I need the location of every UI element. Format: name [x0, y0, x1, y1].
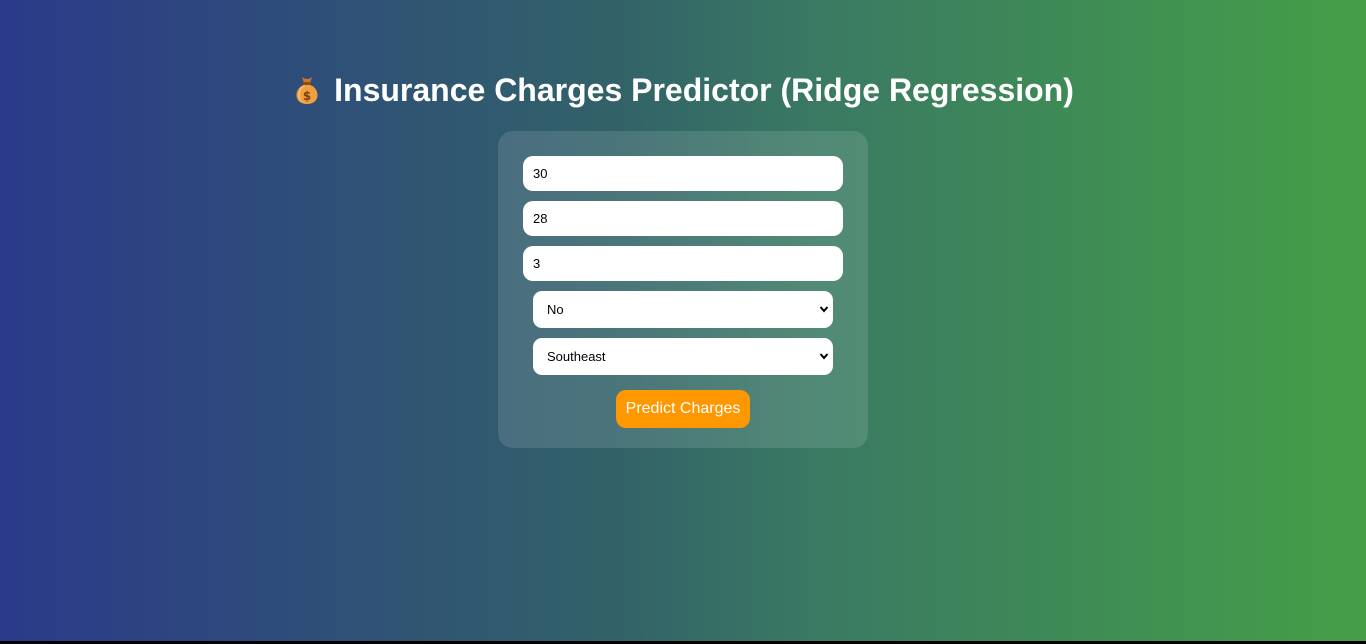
- svg-text:$: $: [303, 89, 311, 103]
- page-title: $ Insurance Charges Predictor (Ridge Reg…: [0, 70, 1366, 110]
- chevron-down-icon: [819, 353, 829, 360]
- chevron-down-icon: [819, 306, 829, 313]
- money-bag-icon: $: [296, 77, 318, 104]
- bmi-input[interactable]: [523, 201, 843, 236]
- region-selected-value: Southeast: [547, 349, 606, 364]
- smoker-select[interactable]: No: [533, 291, 833, 328]
- age-input[interactable]: [523, 156, 843, 191]
- region-select[interactable]: Southeast: [533, 338, 833, 375]
- predict-charges-button[interactable]: Predict Charges: [616, 390, 750, 428]
- prediction-form: No Southeast Predict Charges: [498, 131, 868, 448]
- title-text: Insurance Charges Predictor (Ridge Regre…: [334, 72, 1074, 108]
- smoker-selected-value: No: [547, 302, 564, 317]
- children-input[interactable]: [523, 246, 843, 281]
